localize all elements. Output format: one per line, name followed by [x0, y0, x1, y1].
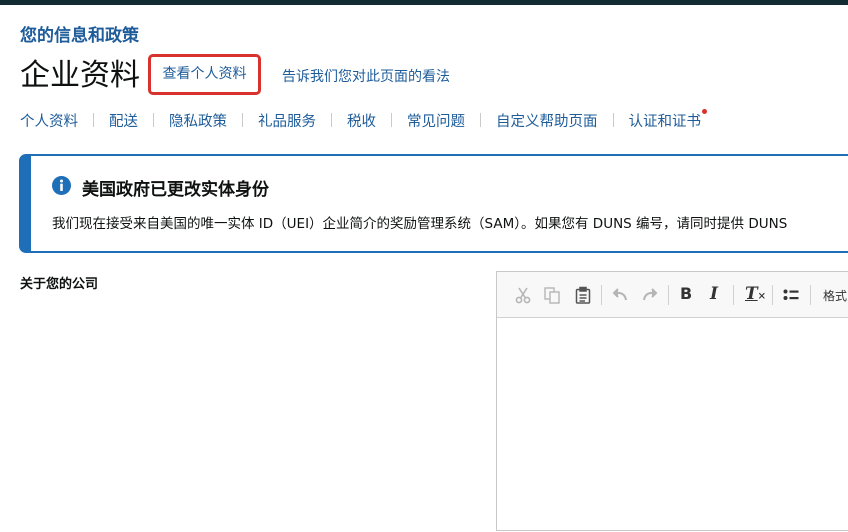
- editor-toolbar: B I T× 格式: [497, 272, 848, 318]
- redo-icon[interactable]: [640, 285, 660, 305]
- page-title: 企业资料: [20, 58, 140, 93]
- alert-title: 美国政府已更改实体身份: [82, 180, 269, 200]
- subnav-divider: [93, 113, 94, 127]
- notification-dot: [702, 108, 707, 114]
- feedback-link[interactable]: 告诉我们您对此页面的看法: [282, 66, 450, 86]
- toolbar-separator: [733, 285, 734, 305]
- subnav-item-certifications[interactable]: 认证和证书: [628, 108, 707, 131]
- toolbar-separator: [601, 285, 602, 305]
- alert-body: 我们现在接受来自美国的唯一实体 ID（UEI）企业简介的奖励管理系统（SAM）。…: [52, 216, 788, 232]
- subnav-item-faq[interactable]: 常见问题: [407, 110, 465, 131]
- sub-navigation: 个人资料 配送 隐私政策 礼品服务 税收 常见问题 自定义帮助页面 认证和证书: [20, 108, 707, 131]
- subnav-item-gift-services[interactable]: 礼品服务: [258, 110, 316, 131]
- info-icon: [52, 176, 71, 195]
- subnav-divider: [331, 113, 332, 127]
- toolbar-separator: [668, 285, 669, 305]
- subnav-divider: [612, 113, 614, 127]
- subnav-divider: [480, 113, 481, 127]
- section-title[interactable]: 您的信息和政策: [20, 21, 139, 46]
- editor-content-area[interactable]: [497, 318, 848, 532]
- format-dropdown[interactable]: 格式: [823, 287, 847, 304]
- italic-icon[interactable]: I: [710, 284, 718, 304]
- subnav-divider: [153, 113, 154, 127]
- info-alert: 美国政府已更改实体身份 我们现在接受来自美国的唯一实体 ID（UEI）企业简介的…: [19, 154, 848, 253]
- view-profile-link[interactable]: 查看个人资料: [148, 54, 261, 95]
- remove-format-glyph: T: [745, 284, 758, 304]
- paste-icon[interactable]: [573, 285, 593, 305]
- subnav-item-custom-help-pages[interactable]: 自定义帮助页面: [496, 110, 598, 131]
- subnav-item-profile[interactable]: 个人资料: [20, 110, 78, 131]
- remove-format-icon[interactable]: T×: [745, 284, 766, 304]
- rich-text-editor[interactable]: B I T× 格式: [496, 271, 848, 531]
- subnav-item-tax[interactable]: 税收: [347, 110, 376, 131]
- toolbar-separator: [772, 285, 773, 305]
- subnav-divider: [391, 113, 392, 127]
- bold-icon[interactable]: B: [680, 284, 692, 303]
- subnav-divider: [242, 113, 243, 127]
- toolbar-separator: [810, 285, 811, 305]
- subnav-item-shipping[interactable]: 配送: [109, 110, 138, 131]
- top-bar: [0, 0, 848, 5]
- subnav-item-label: 认证和证书: [628, 113, 702, 130]
- copy-icon[interactable]: [542, 285, 562, 305]
- subnav-item-privacy-policy[interactable]: 隐私政策: [169, 110, 227, 131]
- company-label: 关于您的公司: [20, 277, 99, 292]
- bulleted-list-icon[interactable]: [781, 285, 801, 305]
- undo-icon[interactable]: [610, 285, 630, 305]
- cut-icon[interactable]: [513, 285, 533, 305]
